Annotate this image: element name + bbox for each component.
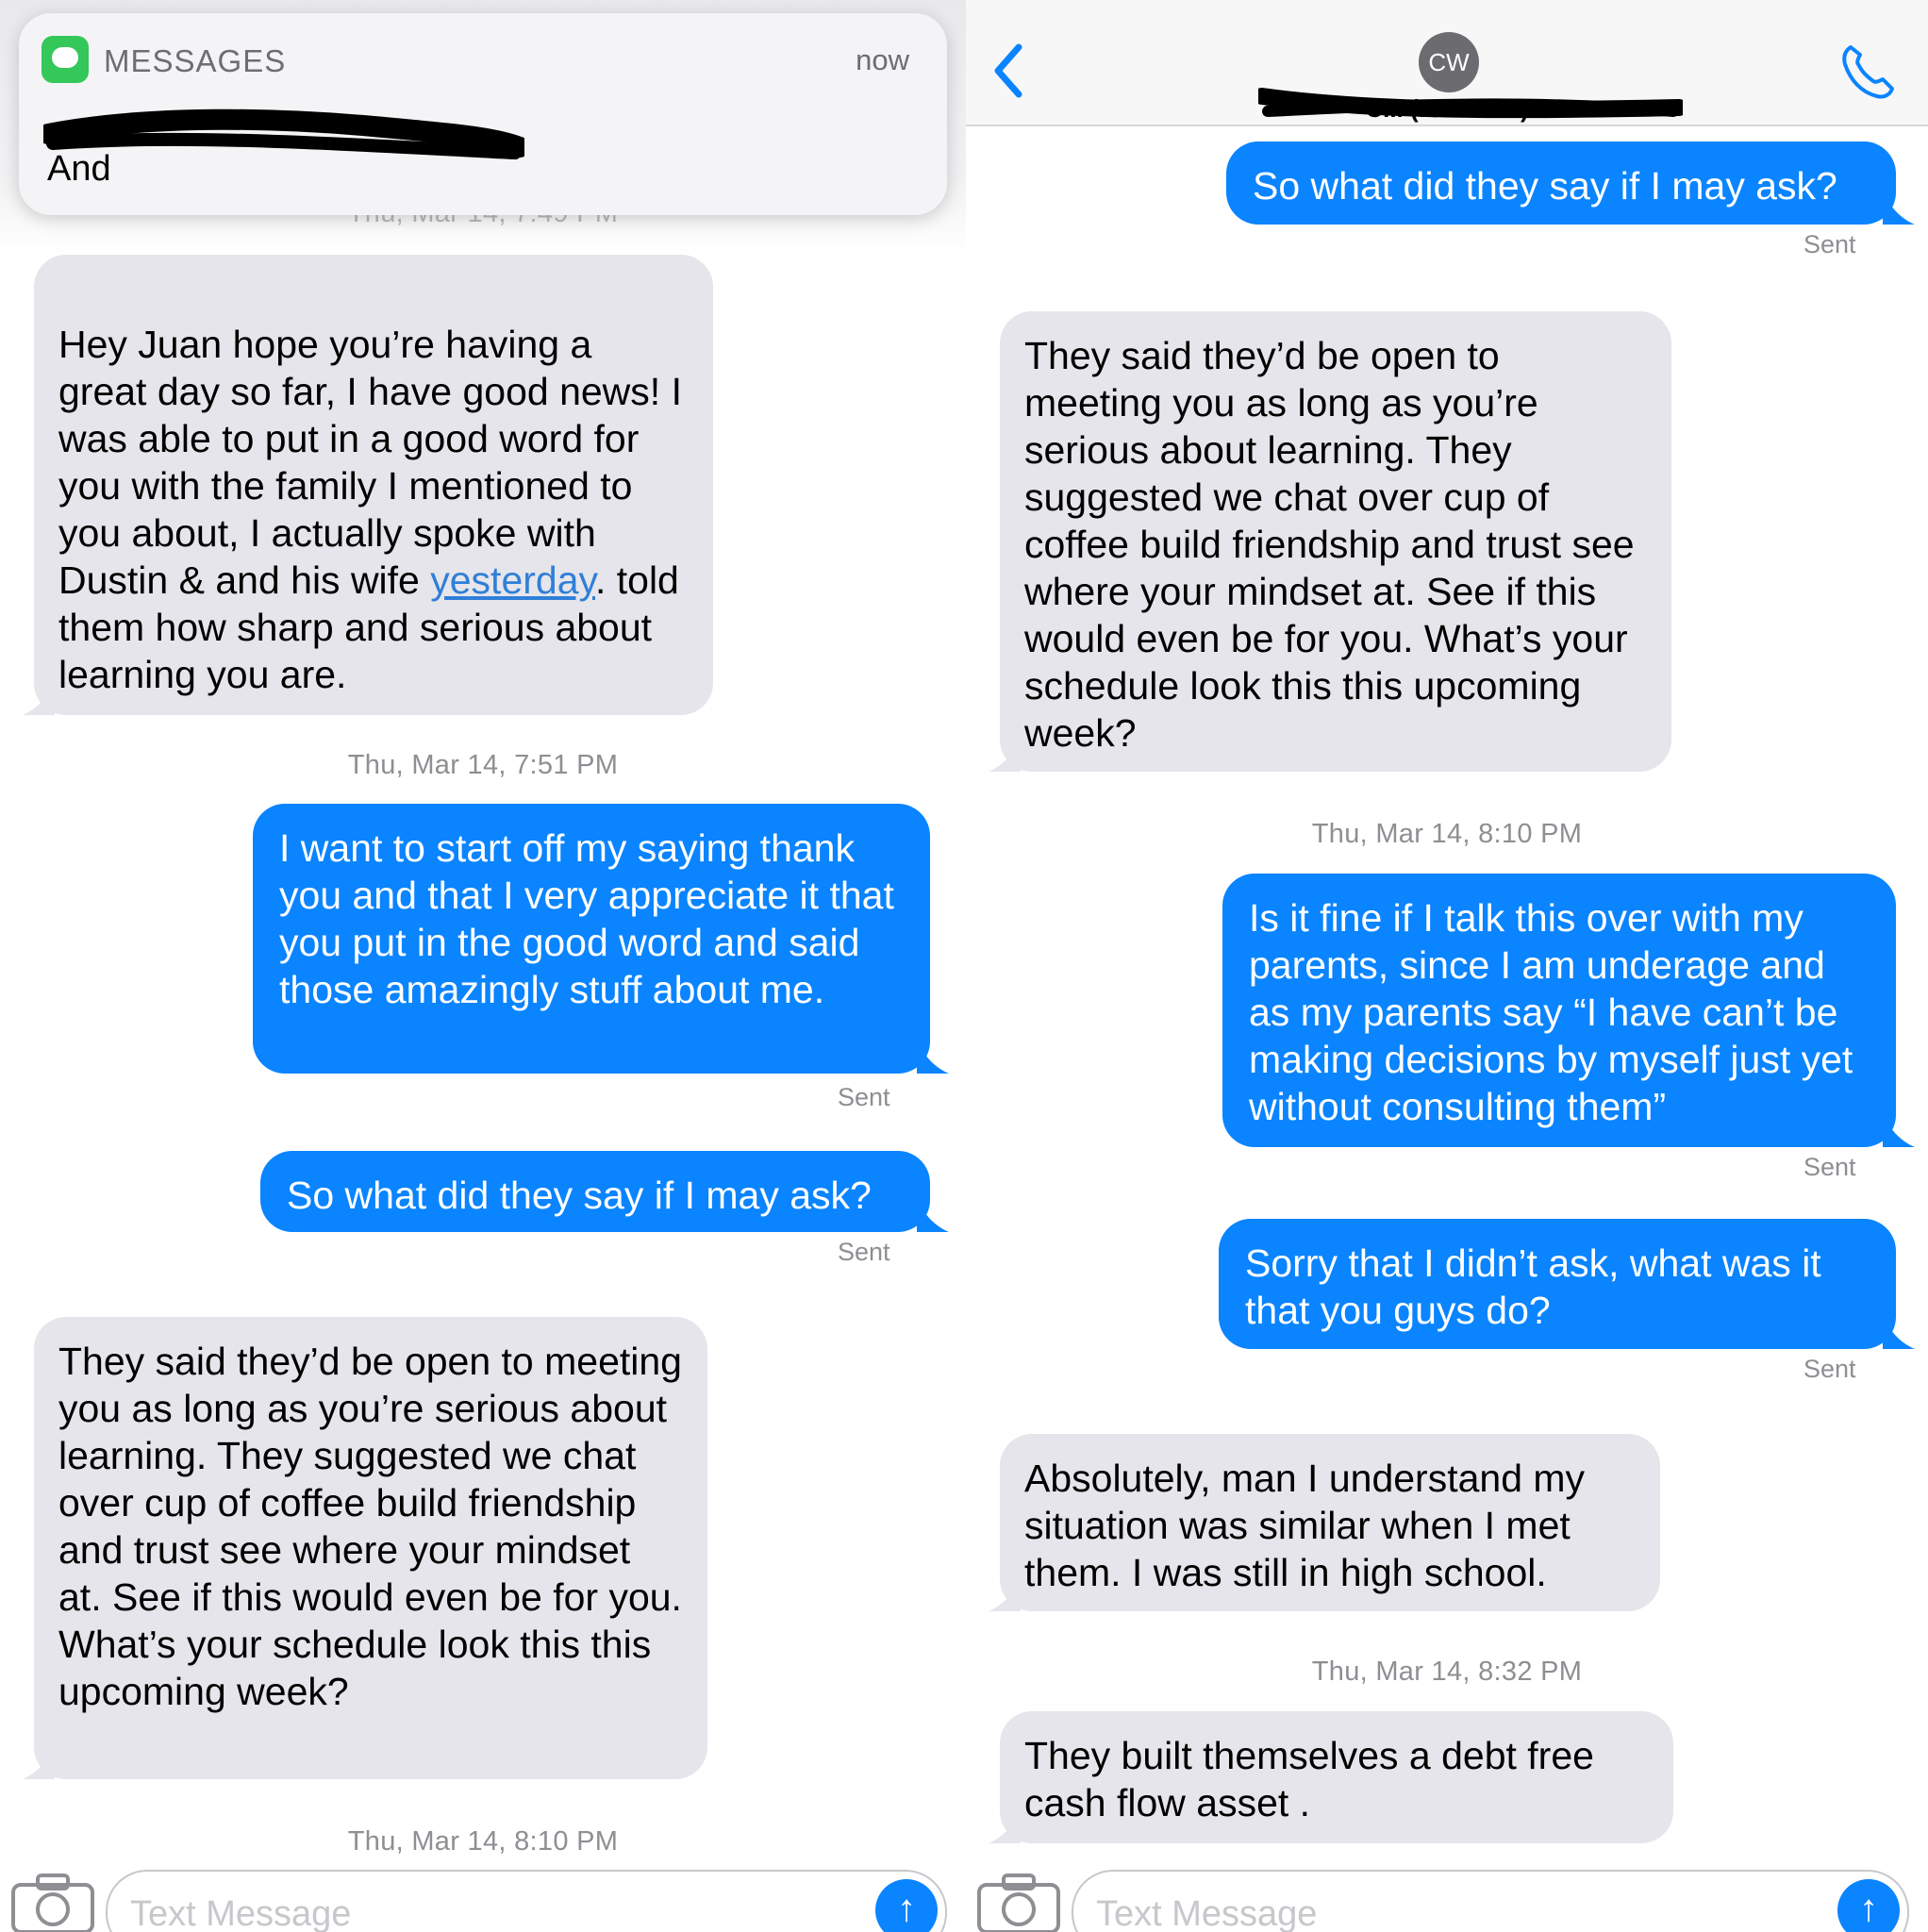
incoming-message: They built themselves a debt free cash f… [1000, 1711, 1673, 1843]
message-placeholder: Text Message [1096, 1894, 1318, 1932]
outgoing-message: So what did they say if I may ask? [260, 1151, 930, 1232]
compose-bar: Text Message ↑ [0, 1866, 966, 1932]
sent-status: Sent [838, 1238, 890, 1266]
bubble-tail [1883, 192, 1915, 225]
redaction-scribble [43, 108, 524, 159]
bubble-tail [917, 1041, 949, 1074]
message-input[interactable]: Text Message ↑ [1072, 1870, 1909, 1932]
sent-status: Sent [1803, 1355, 1856, 1383]
message-input[interactable]: Text Message ↑ [106, 1870, 947, 1932]
camera-icon[interactable] [975, 1872, 1062, 1932]
bubble-tail [23, 1747, 55, 1779]
messages-app-icon [42, 36, 89, 83]
incoming-message: Hey Juan hope you’re having a great day … [23, 255, 713, 715]
redaction-scribble [1258, 88, 1683, 119]
incoming-message: Absolutely, man I understand my situatio… [1000, 1434, 1660, 1611]
timestamp: Thu, Mar 14, 8:10 PM [347, 1826, 619, 1857]
outgoing-message: Sorry that I didn’t ask, what was it tha… [1219, 1219, 1896, 1349]
bubble-tail [989, 1811, 1021, 1843]
bubble-tail [1883, 1115, 1915, 1147]
notification-body: And [47, 149, 111, 189]
message-placeholder: Text Message [130, 1894, 352, 1932]
timestamp: Thu, Mar 14, 8:32 PM [1311, 1657, 1583, 1687]
conversation-header: CW C... (redacted) [966, 0, 1928, 126]
timestamp: Thu, Mar 14, 8:10 PM [1311, 819, 1583, 849]
outgoing-message: I want to start off my saying thank you … [253, 804, 930, 1074]
notification-app-name: MESSAGES [104, 43, 287, 78]
phone-icon[interactable] [1837, 42, 1898, 102]
send-arrow-icon[interactable]: ↑ [1837, 1879, 1900, 1932]
timestamp: Thu, Mar 14, 7:51 PM [347, 750, 619, 780]
left-conversation-panel: Thu, Mar 14, 7:49 PM MESSAGES now And He… [0, 0, 966, 1932]
bubble-tail [917, 1200, 949, 1232]
sent-status: Sent [838, 1083, 890, 1111]
incoming-message: They said they’d be open to meeting you … [1000, 311, 1671, 772]
notification-time: now [856, 43, 909, 76]
right-conversation-panel: CW C... (redacted) So what did they say … [966, 0, 1928, 1932]
chevron-left-icon[interactable] [992, 43, 1024, 98]
bubble-tail [989, 740, 1021, 772]
send-arrow-icon[interactable]: ↑ [875, 1879, 938, 1932]
outgoing-message: Is it fine if I talk this over with my p… [1222, 874, 1896, 1147]
date-link[interactable]: yesterday [430, 558, 595, 602]
sent-status: Sent [1803, 230, 1856, 258]
bubble-tail [1883, 1317, 1915, 1349]
sent-status: Sent [1803, 1153, 1856, 1181]
outgoing-message: So what did they say if I may ask? [1226, 142, 1896, 225]
camera-icon[interactable] [9, 1872, 96, 1932]
incoming-message: They said they’d be open to meeting you … [34, 1317, 707, 1779]
compose-bar: Text Message ↑ [966, 1866, 1928, 1932]
notification-banner[interactable]: MESSAGES now And [19, 13, 947, 215]
bubble-tail [989, 1579, 1021, 1611]
